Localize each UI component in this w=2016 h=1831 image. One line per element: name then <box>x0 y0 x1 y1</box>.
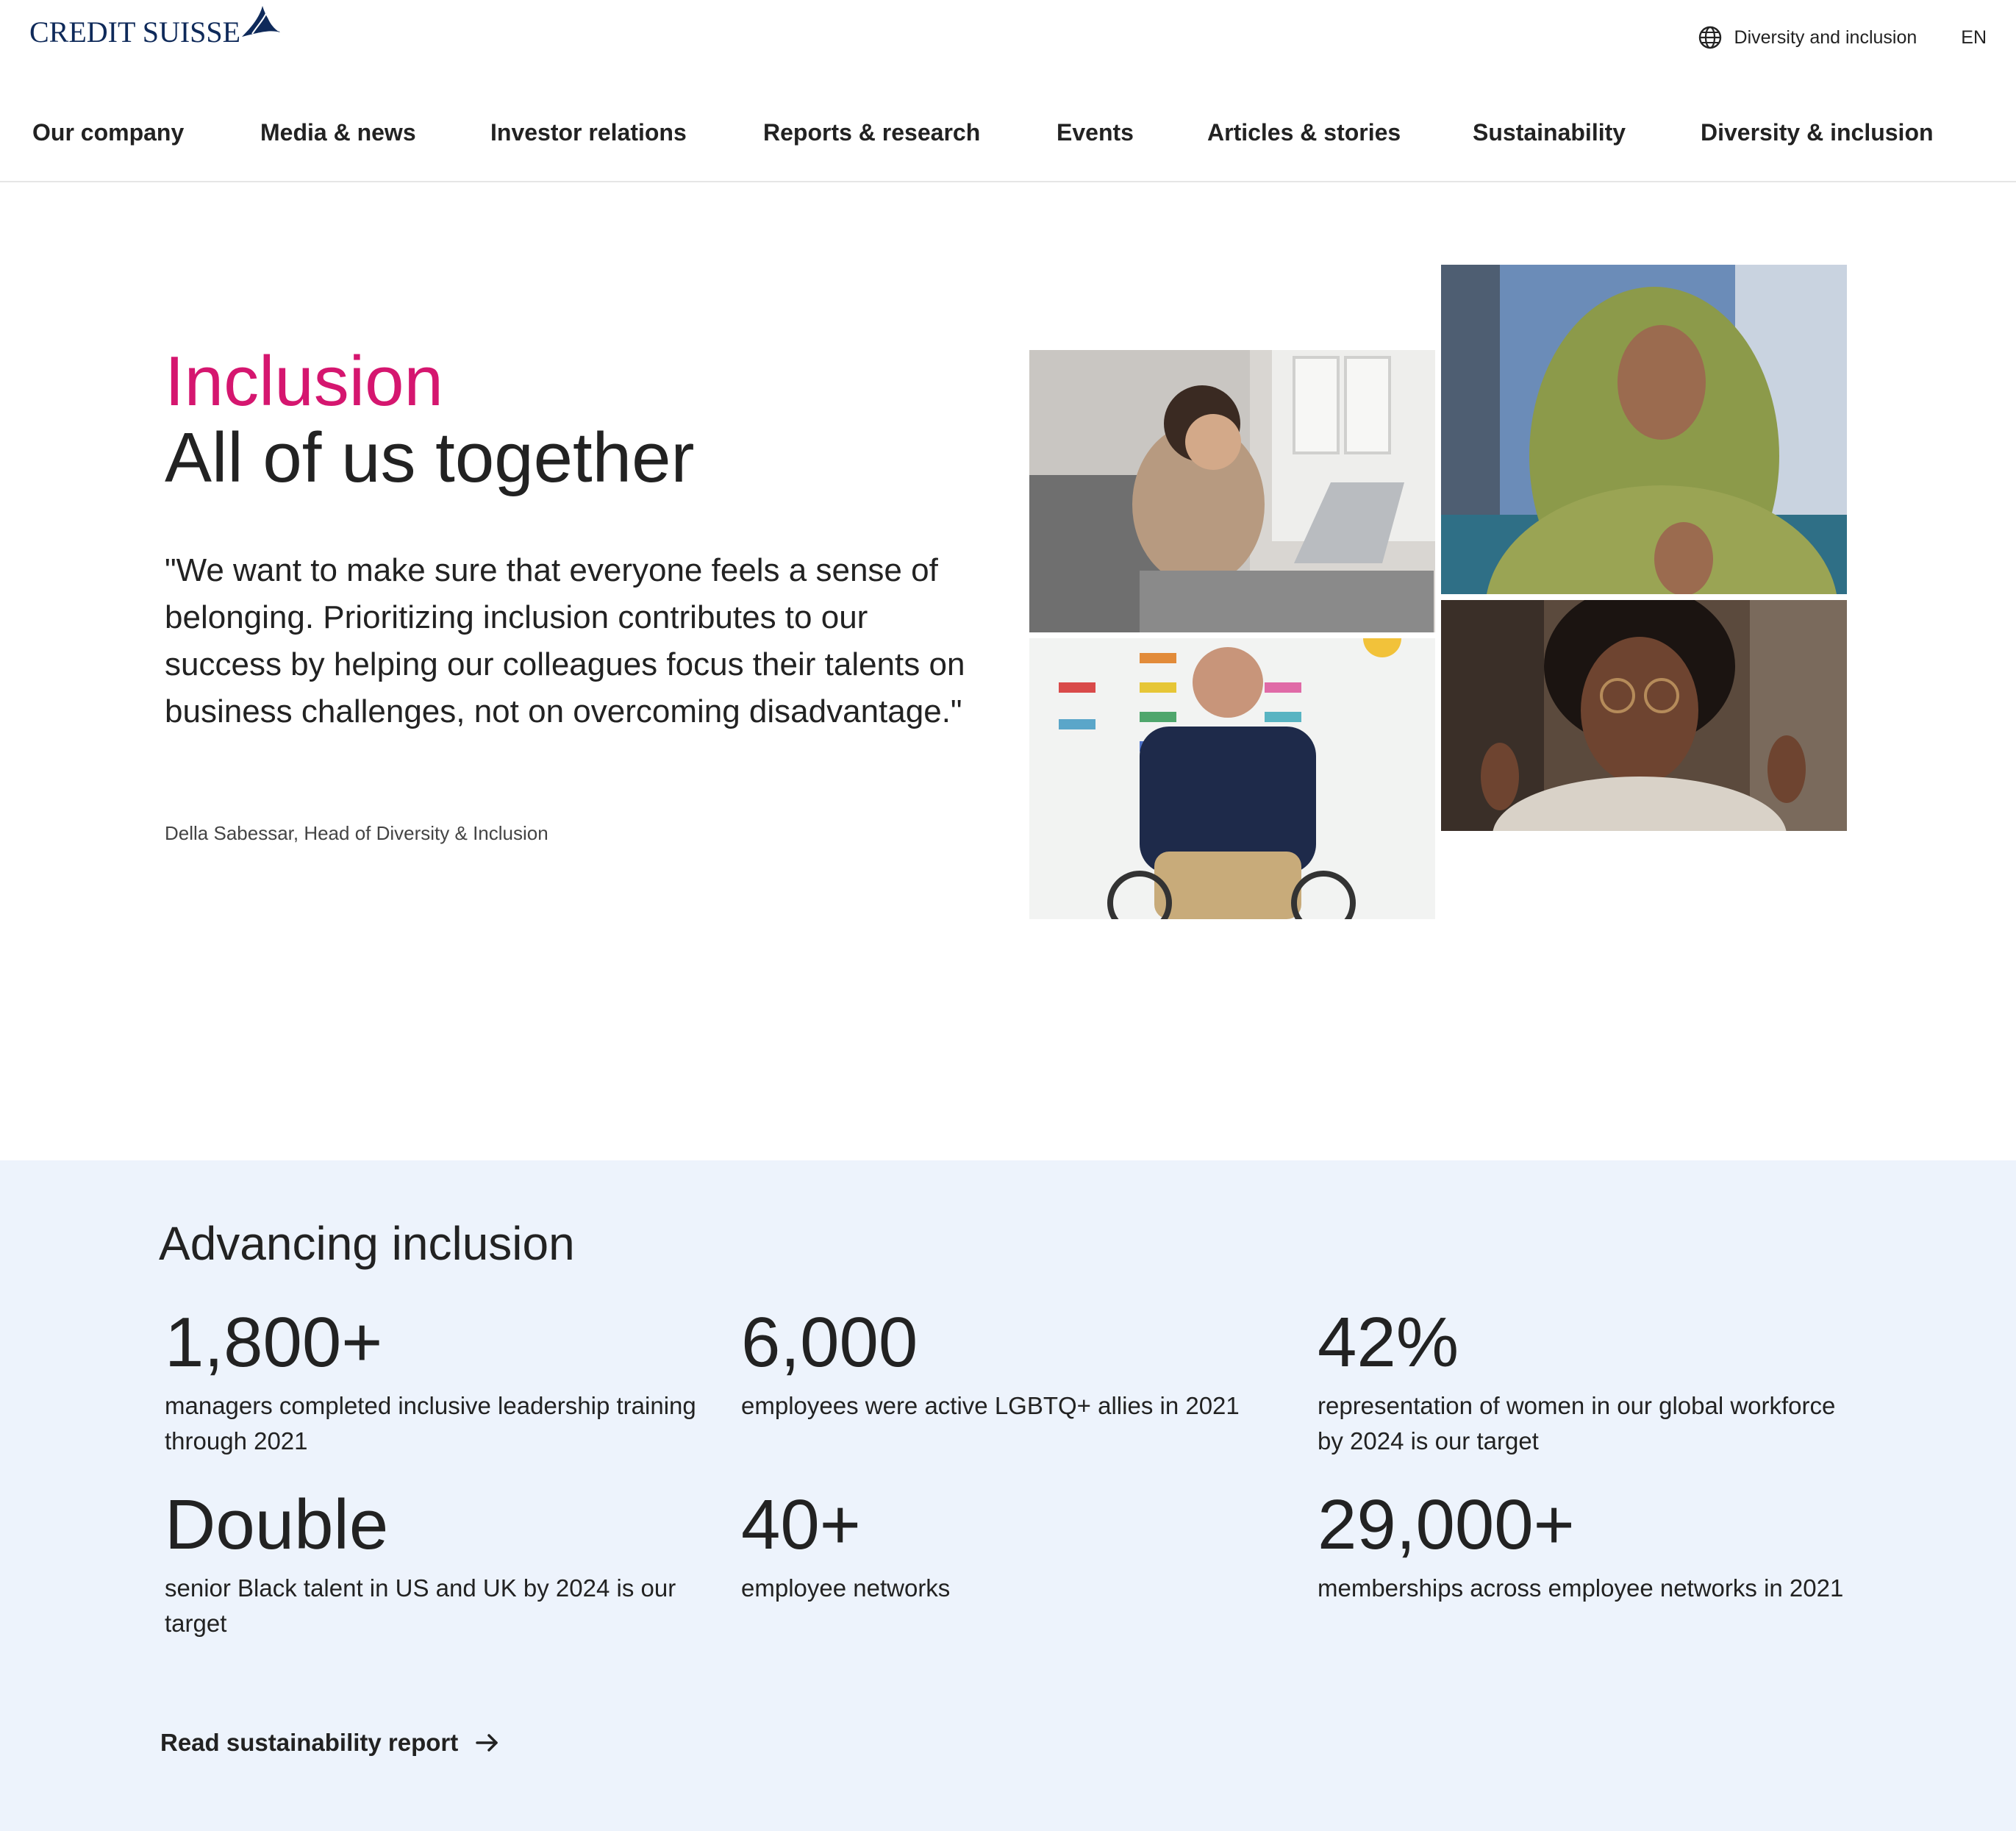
advancing-inclusion-section: Advancing inclusion 1,800+ managers comp… <box>0 1160 2016 1831</box>
stat-number: 40+ <box>741 1485 861 1564</box>
nav-item-reports-research[interactable]: Reports & research <box>763 119 980 146</box>
quote-attribution: Della Sabessar, Head of Diversity & Incl… <box>165 822 548 844</box>
language-selector[interactable]: EN <box>1961 27 1987 49</box>
nav-item-sustainability[interactable]: Sustainability <box>1473 119 1626 146</box>
stat-card: 40+ employee networks <box>741 1487 1285 1606</box>
hero-quote: "We want to make sure that everyone feel… <box>165 552 965 729</box>
stat-description: managers completed inclusive leadership … <box>165 1392 696 1455</box>
stat-number: 1,800+ <box>165 1303 383 1382</box>
stat-number: 29,000+ <box>1318 1485 1575 1564</box>
globe-icon[interactable] <box>1698 25 1723 50</box>
page: CREDIT SUISSE Diversity and inclusion EN… <box>0 0 2016 1831</box>
photo-woman-in-hijab <box>1441 265 1847 594</box>
nav-item-investor-relations[interactable]: Investor relations <box>490 119 687 146</box>
utility-nav: Diversity and inclusion EN <box>1698 25 1987 50</box>
stat-description: memberships across employee networks in … <box>1318 1574 1844 1602</box>
stat-card: 42% representation of women in our globa… <box>1318 1304 1862 1459</box>
stat-number: 42% <box>1318 1303 1459 1382</box>
hero-title: All of us together <box>165 418 695 497</box>
stat-card: 6,000 employees were active LGBTQ+ allie… <box>741 1304 1285 1424</box>
stat-description: representation of women in our global wo… <box>1318 1392 1836 1455</box>
photo-man-in-wheelchair <box>1029 638 1435 919</box>
link-label: Read sustainability report <box>160 1729 459 1756</box>
main-navigation: Our company Media & news Investor relati… <box>0 109 2016 182</box>
read-sustainability-report-link[interactable]: Read sustainability report <box>160 1728 502 1757</box>
credit-suisse-logo[interactable]: CREDIT SUISSE <box>29 1 282 59</box>
stat-number: 6,000 <box>741 1303 918 1382</box>
nav-item-media-news[interactable]: Media & news <box>260 119 416 146</box>
stat-card: 1,800+ managers completed inclusive lead… <box>165 1304 709 1459</box>
stat-description: employees were active LGBTQ+ allies in 2… <box>741 1392 1240 1419</box>
nav-item-events[interactable]: Events <box>1057 119 1134 146</box>
stat-description: employee networks <box>741 1574 951 1602</box>
stat-card: 29,000+ memberships across employee netw… <box>1318 1487 1862 1606</box>
sail-logo-icon <box>242 6 281 37</box>
photo-person-with-laptop <box>1029 350 1435 632</box>
logo-wordmark: CREDIT SUISSE <box>29 15 241 49</box>
nav-item-diversity-inclusion[interactable]: Diversity & inclusion <box>1701 119 1934 146</box>
stat-card: Double senior Black talent in US and UK … <box>165 1487 709 1641</box>
stat-description: senior Black talent in US and UK by 2024… <box>165 1574 676 1637</box>
photo-woman-with-glasses <box>1441 600 1847 831</box>
nav-item-our-company[interactable]: Our company <box>32 119 184 146</box>
stat-number: Double <box>165 1485 389 1564</box>
utility-section-link[interactable]: Diversity and inclusion <box>1734 27 1917 49</box>
arrow-right-icon <box>476 1734 498 1752</box>
nav-item-articles-stories[interactable]: Articles & stories <box>1207 119 1401 146</box>
section-title: Advancing inclusion <box>159 1217 575 1270</box>
hero-kicker: Inclusion <box>165 342 443 421</box>
